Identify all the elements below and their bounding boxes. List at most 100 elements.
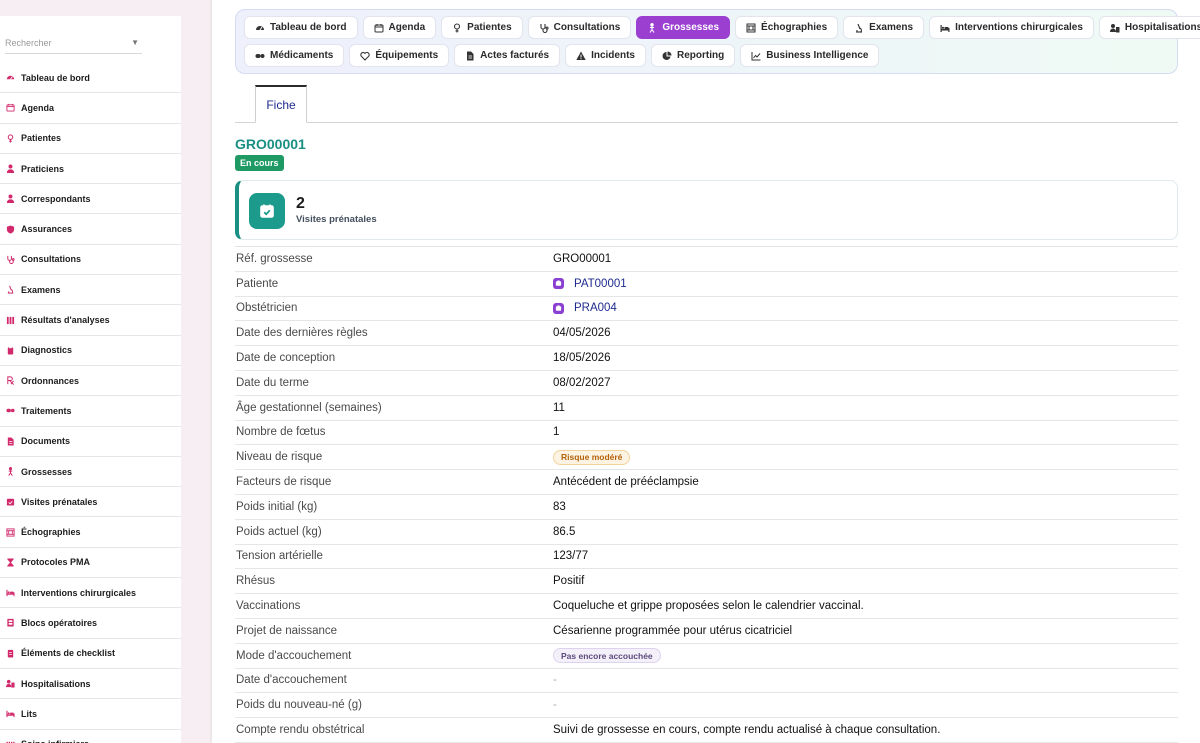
module-nav-row-1: Tableau de bord Agenda Patientes Consultati…	[244, 16, 1200, 39]
calendar-check-icon	[6, 497, 15, 506]
sidebar-item-label: Examens	[21, 284, 61, 295]
detail-label: Tension artérielle	[236, 550, 323, 563]
status-badge: Risque modéré	[553, 449, 631, 465]
module-tab-medicaments[interactable]: Médicaments	[244, 44, 345, 67]
heart-pulse-icon	[360, 51, 371, 61]
search-placeholder: Rechercher	[5, 38, 52, 48]
module-tab-consultations[interactable]: Consultations	[527, 16, 632, 39]
sidebar-item-examens[interactable]: Examens	[0, 275, 181, 306]
sidebar-item-tableau-de-bord[interactable]: Tableau de bord	[0, 63, 181, 94]
sidebar-item-label: Échographies	[21, 527, 81, 538]
detail-label: Mode d'accouchement	[236, 649, 352, 662]
sidebar-item-label: Diagnostics	[21, 345, 73, 356]
detail-link[interactable]: PAT00001	[553, 278, 627, 290]
module-tab-patientes[interactable]: Patientes	[441, 16, 523, 39]
module-tab-incidents[interactable]: Incidents	[565, 44, 646, 67]
module-tab-examens[interactable]: Examens	[843, 16, 925, 39]
module-tab-label: Patientes	[467, 22, 512, 33]
sidebar-item-patientes[interactable]: Patientes	[0, 124, 181, 154]
shield-icon	[6, 225, 15, 234]
sidebar-item-agenda[interactable]: Agenda	[0, 93, 181, 124]
stethoscope-icon	[539, 23, 549, 33]
detail-label: Projet de naissance	[236, 624, 338, 637]
female-icon	[452, 22, 462, 33]
module-tab-equipements[interactable]: Équipements	[349, 44, 450, 67]
lab-icon	[6, 316, 15, 325]
sidebar-item-grossesses[interactable]: Grossesses	[0, 457, 181, 488]
detail-link[interactable]: PRA004	[553, 302, 617, 314]
sidebar-item-label: Résultats d'analyses	[21, 315, 110, 326]
detail-label: Niveau de risque	[236, 451, 323, 464]
detail-row-nombre-de-f-tus: Nombre de fœtus 1	[235, 421, 1178, 446]
detail-link-text: PRA004	[574, 302, 617, 315]
module-nav: Tableau de bord Agenda Patientes Consultati…	[235, 9, 1200, 74]
search-select[interactable]: Rechercher ▼	[5, 33, 142, 54]
detail-label: Date du terme	[236, 376, 309, 389]
module-tab-actes-factures[interactable]: Actes facturés	[454, 44, 561, 67]
chevron-down-icon: ▼	[131, 38, 139, 47]
hospital-icon	[6, 679, 15, 688]
module-tab-label: Équipements	[375, 50, 439, 61]
detail-value: -	[553, 699, 557, 712]
bed-icon	[6, 588, 15, 597]
detail-label: Facteurs de risque	[236, 476, 332, 489]
sidebar-item-hospitalisations[interactable]: Hospitalisations	[0, 669, 181, 700]
sidebar-item-label: Ordonnances	[21, 375, 80, 386]
detail-row-date-des-dernieres-regles: Date des dernières règles 04/05/2026	[235, 321, 1178, 347]
sidebar-item-praticiens[interactable]: Praticiens	[0, 154, 181, 185]
sidebar-item-correspondants[interactable]: Correspondants	[0, 184, 181, 215]
module-tab-tableau-de-bord[interactable]: Tableau de bord	[244, 16, 358, 39]
stat-card-visites[interactable]: 2 Visites prénatales	[235, 180, 1178, 240]
sidebar-item-resultats-d-analyses[interactable]: Résultats d'analyses	[0, 305, 181, 336]
sidebar-item-consultations[interactable]: Consultations	[0, 245, 181, 276]
sidebar-item-label: Éléments de checklist	[21, 648, 116, 659]
sidebar-item-assurances[interactable]: Assurances	[0, 214, 181, 245]
sidebar-item-traitements[interactable]: Traitements	[0, 396, 181, 427]
sidebar-item-protocoles-pma[interactable]: Protocoles PMA	[0, 548, 181, 579]
detail-row-rhesus: Rhésus Positif	[235, 569, 1178, 595]
document-icon	[6, 437, 15, 446]
module-tab-hospitalisations[interactable]: Hospitalisations	[1098, 16, 1200, 39]
tab-fiche[interactable]: Fiche	[255, 85, 307, 123]
stat-label: Visites prénatales	[296, 214, 377, 225]
module-tab-reporting[interactable]: Reporting	[650, 44, 736, 67]
detail-value: -	[553, 674, 557, 687]
sidebar-item-label: Lits	[21, 708, 38, 719]
sidebar-item-documents[interactable]: Documents	[0, 427, 181, 457]
detail-row-mode-d-accouchement: Mode d'accouchement Pas encore accouchée	[235, 644, 1178, 669]
module-tab-grossesses[interactable]: Grossesses	[636, 16, 731, 39]
detail-label: Rhésus	[236, 575, 275, 588]
clipboard-icon	[6, 346, 15, 355]
module-tab-label: Consultations	[553, 22, 621, 33]
microscope-icon	[854, 23, 864, 33]
sidebar-item-label: Correspondants	[21, 193, 91, 204]
detail-row-date-du-terme: Date du terme 08/02/2027	[235, 371, 1178, 396]
detail-row-compte-rendu-obstetrical: Compte rendu obstétrical Suivi de grosses…	[235, 718, 1178, 743]
sidebar-item-lits[interactable]: Lits	[0, 699, 181, 730]
sidebar-item-visites-prenatales[interactable]: Visites prénatales	[0, 487, 181, 518]
detail-value: Risque modéré	[553, 449, 631, 465]
detail-label: Date d'accouchement	[236, 674, 347, 687]
sidebar-item-soins-infirmiers[interactable]: Soins infirmiers	[0, 730, 181, 743]
detail-row-poids-du-nouveau-ne-g: Poids du nouveau-né (g) -	[235, 693, 1178, 719]
sidebar-item-echographies[interactable]: Échographies	[0, 517, 181, 548]
sidebar-item-label: Visites prénatales	[21, 496, 98, 507]
sidebar-item-elements-de-checklist[interactable]: Éléments de checklist	[0, 639, 181, 669]
module-tab-interventions-chirurgicales[interactable]: Interventions chirurgicales	[929, 16, 1094, 39]
sidebar-item-blocs-operatoires[interactable]: Blocs opératoires	[0, 608, 181, 639]
detail-value: Suivi de grossesse en cours, compte rend…	[553, 724, 941, 737]
sidebar-item-ordonnances[interactable]: Ordonnances	[0, 366, 181, 397]
module-tab-business-intelligence[interactable]: Business Intelligence	[740, 44, 880, 67]
sidebar-item-interventions-chirurgicales[interactable]: Interventions chirurgicales	[0, 578, 181, 609]
module-tab-agenda[interactable]: Agenda	[362, 16, 437, 39]
detail-row-facteurs-de-risque: Facteurs de risque Antécédent de prééclam…	[235, 470, 1178, 495]
status-badge: Pas encore accouchée	[553, 648, 661, 664]
ultrasound-icon	[6, 528, 15, 537]
detail-label: Compte rendu obstétrical	[236, 724, 365, 737]
sidebar-item-diagnostics[interactable]: Diagnostics	[0, 336, 181, 366]
detail-value: 11	[553, 401, 565, 414]
module-tab-echographies[interactable]: Échographies	[735, 16, 839, 39]
module-tab-label: Actes facturés	[480, 50, 550, 61]
pills-icon	[6, 406, 15, 415]
detail-label: Obstétricien	[236, 302, 298, 315]
